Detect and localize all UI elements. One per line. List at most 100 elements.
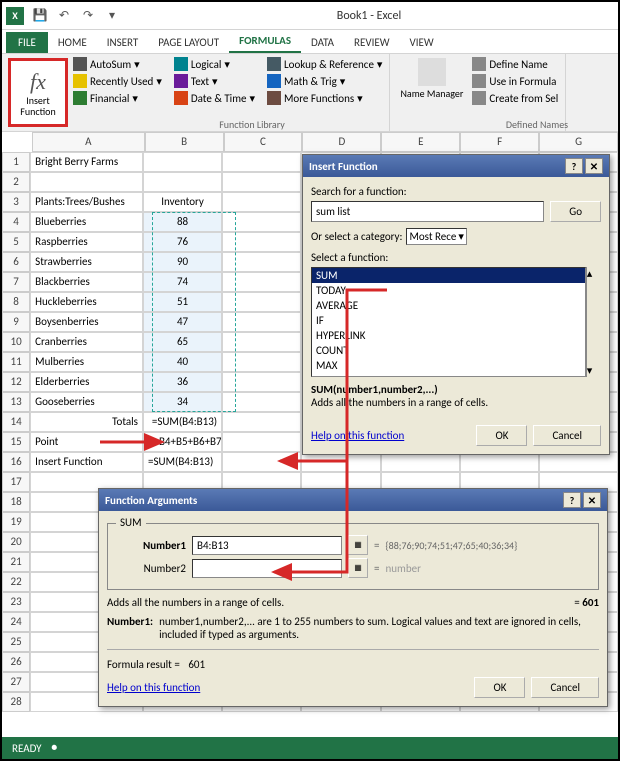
row-header[interactable]: 23 xyxy=(2,592,30,612)
cell-b11[interactable]: 40 xyxy=(143,352,222,372)
collapse-dialog-icon[interactable]: ▦ xyxy=(348,535,368,555)
dialog-titlebar[interactable]: Function Arguments ? ✕ xyxy=(99,489,607,511)
more-functions-button[interactable]: More Functions ▾ xyxy=(264,90,385,106)
close-icon[interactable]: ✕ xyxy=(583,492,601,508)
row-header[interactable]: 16 xyxy=(2,452,30,472)
row-header[interactable]: 15 xyxy=(2,432,30,452)
cell-c6[interactable] xyxy=(222,252,301,272)
row-header[interactable]: 10 xyxy=(2,332,30,352)
worksheet[interactable]: ABCDEFG 1Bright Berry Farms23Plants:Tree… xyxy=(2,132,618,712)
column-header[interactable]: C xyxy=(224,132,303,152)
math-trig-button[interactable]: Math & Trig ▾ xyxy=(264,73,385,89)
qat-dropdown-icon[interactable]: ▾ xyxy=(102,6,122,26)
row-header[interactable]: 17 xyxy=(2,472,30,492)
row-header[interactable]: 7 xyxy=(2,272,30,292)
cell-c1[interactable] xyxy=(222,152,301,172)
row-header[interactable]: 14 xyxy=(2,412,30,432)
cell-c7[interactable] xyxy=(222,272,301,292)
undo-icon[interactable]: ↶ xyxy=(54,6,74,26)
cell-a3[interactable]: Plants:Trees/Bushes xyxy=(30,192,143,212)
row-header[interactable]: 3 xyxy=(2,192,30,212)
row-header[interactable]: 20 xyxy=(2,532,30,552)
insert-function-button[interactable]: fx Insert Function xyxy=(8,58,68,127)
date-time-button[interactable]: Date & Time ▾ xyxy=(171,90,258,106)
cell-b12[interactable]: 36 xyxy=(143,372,222,392)
help-link[interactable]: Help on this function xyxy=(311,429,404,442)
row-header[interactable]: 12 xyxy=(2,372,30,392)
row-header[interactable]: 24 xyxy=(2,612,30,632)
tab-file[interactable]: FILE xyxy=(6,32,48,53)
cell-c5[interactable] xyxy=(222,232,301,252)
cell-e16[interactable] xyxy=(381,452,460,472)
cell-b9[interactable]: 47 xyxy=(143,312,222,332)
tab-review[interactable]: REVIEW xyxy=(344,32,400,53)
tab-formulas[interactable]: FORMULAS xyxy=(229,30,301,53)
row-header[interactable]: 28 xyxy=(2,692,30,712)
cell-c9[interactable] xyxy=(222,312,301,332)
cell-a14[interactable]: Totals xyxy=(30,412,143,432)
help-link[interactable]: Help on this function xyxy=(107,681,200,694)
row-header[interactable]: 27 xyxy=(2,672,30,692)
category-select[interactable]: Most Rece▾ xyxy=(406,228,466,245)
cell-b1[interactable] xyxy=(143,152,222,172)
cell-a1[interactable]: Bright Berry Farms xyxy=(30,152,143,172)
autosum-button[interactable]: AutoSum ▾ xyxy=(70,56,165,72)
help-icon[interactable]: ? xyxy=(563,492,581,508)
scrollbar[interactable]: ▴▾ xyxy=(586,267,601,377)
row-header[interactable]: 11 xyxy=(2,352,30,372)
cell-b8[interactable]: 51 xyxy=(143,292,222,312)
cell-c2[interactable] xyxy=(222,172,301,192)
ok-button[interactable]: OK xyxy=(474,677,525,698)
number2-input[interactable] xyxy=(192,559,342,578)
number1-input[interactable] xyxy=(192,536,342,555)
collapse-dialog-icon[interactable]: ▦ xyxy=(348,558,368,578)
recently-used-button[interactable]: Recently Used ▾ xyxy=(70,73,165,89)
row-header[interactable]: 9 xyxy=(2,312,30,332)
cell-b13[interactable]: 34 xyxy=(143,392,222,412)
cell-a8[interactable]: Huckleberries xyxy=(30,292,143,312)
cell-c4[interactable] xyxy=(222,212,301,232)
row-header[interactable]: 8 xyxy=(2,292,30,312)
tab-home[interactable]: HOME xyxy=(48,32,97,53)
search-input[interactable] xyxy=(311,201,544,222)
row-header[interactable]: 18 xyxy=(2,492,30,512)
define-name-button[interactable]: Define Name xyxy=(469,56,561,72)
row-header[interactable]: 19 xyxy=(2,512,30,532)
lookup-button[interactable]: Lookup & Reference ▾ xyxy=(264,56,385,72)
cell-a4[interactable]: Blueberries xyxy=(30,212,143,232)
logical-button[interactable]: Logical ▾ xyxy=(171,56,258,72)
cell-d16[interactable] xyxy=(301,452,380,472)
go-button[interactable]: Go xyxy=(550,201,601,222)
row-header[interactable]: 6 xyxy=(2,252,30,272)
cell-c15[interactable] xyxy=(222,432,301,452)
row-header[interactable]: 22 xyxy=(2,572,30,592)
cell-a15[interactable]: Point xyxy=(30,432,143,452)
row-header[interactable]: 13 xyxy=(2,392,30,412)
function-option[interactable]: COUNT xyxy=(312,343,585,358)
function-arguments-dialog[interactable]: Function Arguments ? ✕ SUM Number1 ▦ = {… xyxy=(98,488,608,707)
save-icon[interactable]: 💾 xyxy=(30,6,50,26)
column-header[interactable]: B xyxy=(145,132,224,152)
ok-button[interactable]: OK xyxy=(476,425,527,446)
column-header[interactable]: G xyxy=(539,132,618,152)
row-header[interactable]: 2 xyxy=(2,172,30,192)
cell-c12[interactable] xyxy=(222,372,301,392)
cell-c13[interactable] xyxy=(222,392,301,412)
row-header[interactable]: 5 xyxy=(2,232,30,252)
cell-a9[interactable]: Boysenberries xyxy=(30,312,143,332)
cell-a11[interactable]: Mulberries xyxy=(30,352,143,372)
name-manager-button[interactable]: Name Manager xyxy=(394,56,469,101)
column-header[interactable]: F xyxy=(460,132,539,152)
help-icon[interactable]: ? xyxy=(565,158,583,174)
cell-b2[interactable] xyxy=(143,172,222,192)
cancel-button[interactable]: Cancel xyxy=(531,677,599,698)
cell-f16[interactable] xyxy=(460,452,539,472)
cell-a2[interactable] xyxy=(30,172,143,192)
function-option[interactable]: HYPERLINK xyxy=(312,328,585,343)
cell-b4[interactable]: 88 xyxy=(143,212,222,232)
row-header[interactable]: 26 xyxy=(2,652,30,672)
cell-a12[interactable]: Elderberries xyxy=(30,372,143,392)
cell-c11[interactable] xyxy=(222,352,301,372)
dialog-titlebar[interactable]: Insert Function ? ✕ xyxy=(303,155,609,177)
cell-b3[interactable]: Inventory xyxy=(143,192,222,212)
